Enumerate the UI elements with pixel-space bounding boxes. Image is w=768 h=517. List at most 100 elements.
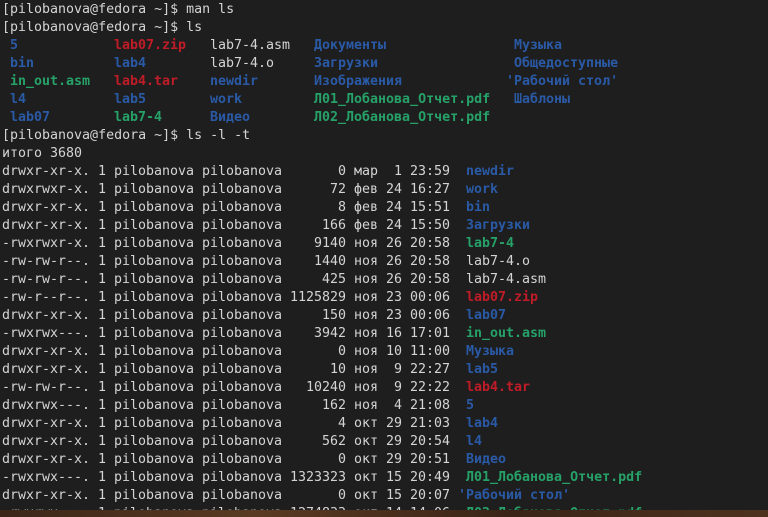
file-day: 29 [386,434,403,449]
file-month: фев [354,200,379,215]
file-size: 8 [338,200,347,215]
file-perm: -rw-rw-r--. [2,272,91,287]
file-day: 15 [386,470,403,485]
file-month: ноя [354,308,379,323]
file-entry: lab7-4.o [210,56,275,71]
file-entry: Документы [314,38,387,53]
file-name: work [466,182,499,197]
file-name: bin [466,200,491,215]
file-entry: 5 [10,38,19,53]
file-links: 1 [98,398,107,413]
file-name: Видео [466,452,507,467]
file-links: 1 [98,416,107,431]
file-entry: Шаблоны [514,92,571,107]
file-month: фев [354,182,379,197]
file-name: lab7-4 [466,236,515,251]
file-entry: lab7-4 [114,110,163,125]
command-text: ls -l -t [186,128,251,143]
file-time: 23:59 [410,164,451,179]
file-size: 3942 [314,326,347,341]
file-entry: bin [10,56,35,71]
file-month: ноя [354,272,379,287]
file-day: 9 [394,380,403,395]
file-day: 16 [386,326,403,341]
file-month: окт [354,416,379,431]
file-entry: lab7-4.asm [210,38,291,53]
file-owner: pilobanova [114,488,195,503]
file-time: 21:08 [410,398,451,413]
file-day: 4 [394,398,403,413]
file-time: 20:51 [410,452,451,467]
file-perm: -rw-r--r--. [2,290,91,305]
file-links: 1 [98,380,107,395]
file-entry: Музыка [514,38,563,53]
file-month: ноя [354,254,379,269]
file-group: pilobanova [202,398,283,413]
file-month: ноя [354,236,379,251]
file-owner: pilobanova [114,236,195,251]
file-entry: work [210,92,243,107]
file-group: pilobanova [202,416,283,431]
file-month: окт [354,452,379,467]
file-links: 1 [98,434,107,449]
shell-prompt: [pilobanova@fedora ~]$ [2,2,187,17]
file-size: 0 [338,488,347,503]
file-perm: drwxr-xr-x. [2,362,91,377]
file-name: lab07.zip [466,290,539,305]
file-links: 1 [98,254,107,269]
file-owner: pilobanova [114,416,195,431]
file-name: Загрузки [466,218,531,233]
file-entry: Изображения [314,74,403,89]
file-group: pilobanova [202,308,283,323]
file-links: 1 [98,308,107,323]
file-group: pilobanova [202,470,283,485]
file-owner: pilobanova [114,452,195,467]
file-links: 1 [98,488,107,503]
file-month: ноя [354,290,379,305]
file-size: 425 [322,272,347,287]
file-owner: pilobanova [114,290,195,305]
file-perm: -rw-rw-r--. [2,380,91,395]
file-time: 20:58 [410,272,451,287]
shell-prompt: [pilobanova@fedora ~]$ [2,128,187,143]
file-owner: pilobanova [114,326,195,341]
file-owner: pilobanova [114,200,195,215]
file-entry: lab4 [114,56,147,71]
file-time: 21:03 [410,416,451,431]
file-time: 00:06 [410,290,451,305]
file-perm: drwxr-xr-x. [2,434,91,449]
file-group: pilobanova [202,380,283,395]
file-perm: -rwxrwx---. [2,326,91,341]
file-links: 1 [98,362,107,377]
file-links: 1 [98,452,107,467]
file-day: 26 [386,272,403,287]
file-entry: lab07 [10,110,51,125]
file-day: 23 [386,290,403,305]
file-links: 1 [98,236,107,251]
file-links: 1 [98,164,107,179]
file-time: 20:54 [410,434,451,449]
file-perm: -rw-rw-r--. [2,254,91,269]
terminal-window[interactable]: [pilobanova@fedora ~]$ man ls [pilobanova… [0,0,768,510]
file-time: 20:58 [410,254,451,269]
file-month: окт [354,488,379,503]
file-name: Музыка [466,344,515,359]
file-name: lab4.tar [466,380,531,395]
file-owner: pilobanova [114,344,195,359]
file-size: 4 [338,416,347,431]
file-size: 1440 [314,254,347,269]
file-perm: -rwxrwxr-x. [2,236,91,251]
file-month: окт [354,470,379,485]
file-perm: drwxr-xr-x. [2,200,91,215]
file-perm: drwxr-xr-x. [2,452,91,467]
file-group: pilobanova [202,452,283,467]
file-day: 23 [386,308,403,323]
file-perm: drwxr-xr-x. [2,488,91,503]
desktop-background [0,510,768,517]
file-month: мар [354,164,379,179]
file-entry: 'Рабочий стол' [506,74,619,89]
file-entry: lab07.zip [114,38,187,53]
total-line: итого 3680 [2,145,82,163]
file-name: 'Рабочий стол' [458,488,571,503]
file-day: 1 [394,164,403,179]
